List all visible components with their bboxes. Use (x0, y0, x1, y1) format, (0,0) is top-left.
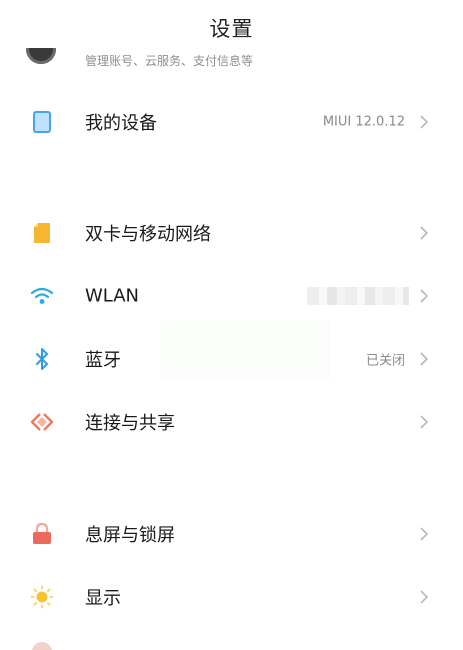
chevron-right-icon (420, 115, 429, 129)
sim-card-icon (30, 221, 54, 245)
chevron-right-icon (420, 527, 429, 541)
connection-share-icon (30, 410, 54, 434)
settings-item-label: 息屏与锁屏 (85, 525, 175, 546)
settings-item-bluetooth[interactable]: 蓝牙 已关闭 (0, 327, 463, 391)
settings-item-lock-screen[interactable]: 息屏与锁屏 (0, 502, 463, 566)
bluetooth-icon (30, 347, 54, 371)
phone-icon (30, 110, 54, 134)
avatar (26, 48, 56, 64)
settings-item-label: 显示 (85, 588, 121, 609)
settings-item-display[interactable]: 显示 (0, 565, 463, 629)
lock-icon (30, 522, 54, 546)
chevron-right-icon (420, 590, 429, 604)
settings-item-value: 已关闭 (365, 353, 405, 369)
settings-item-sim-network[interactable]: 双卡与移动网络 (0, 201, 463, 265)
next-item-icon-partial (32, 642, 52, 650)
chevron-right-icon (420, 415, 429, 429)
sun-icon (30, 585, 54, 609)
account-subtitle: 管理账号、云服务、支付信息等 (85, 54, 254, 68)
settings-item-connection-sharing[interactable]: 连接与共享 (0, 390, 463, 454)
chevron-right-icon (420, 352, 429, 366)
settings-item-label: 双卡与移动网络 (85, 224, 211, 245)
chevron-right-icon (420, 289, 429, 303)
wifi-icon (30, 284, 54, 308)
settings-item-wlan[interactable]: WLAN (0, 264, 463, 328)
settings-item-label: 我的设备 (85, 113, 157, 134)
account-row[interactable]: 管理账号、云服务、支付信息等 (0, 48, 463, 72)
settings-item-label: 蓝牙 (85, 350, 121, 371)
settings-item-value: MIUI 12.0.12 (322, 114, 405, 130)
settings-item-label: 连接与共享 (85, 413, 175, 434)
blurred-network-name (307, 287, 409, 305)
settings-item-my-device[interactable]: 我的设备 MIUI 12.0.12 (0, 90, 463, 154)
page-title: 设置 (209, 17, 254, 41)
chevron-right-icon (420, 226, 429, 240)
settings-item-label: WLAN (85, 285, 140, 307)
